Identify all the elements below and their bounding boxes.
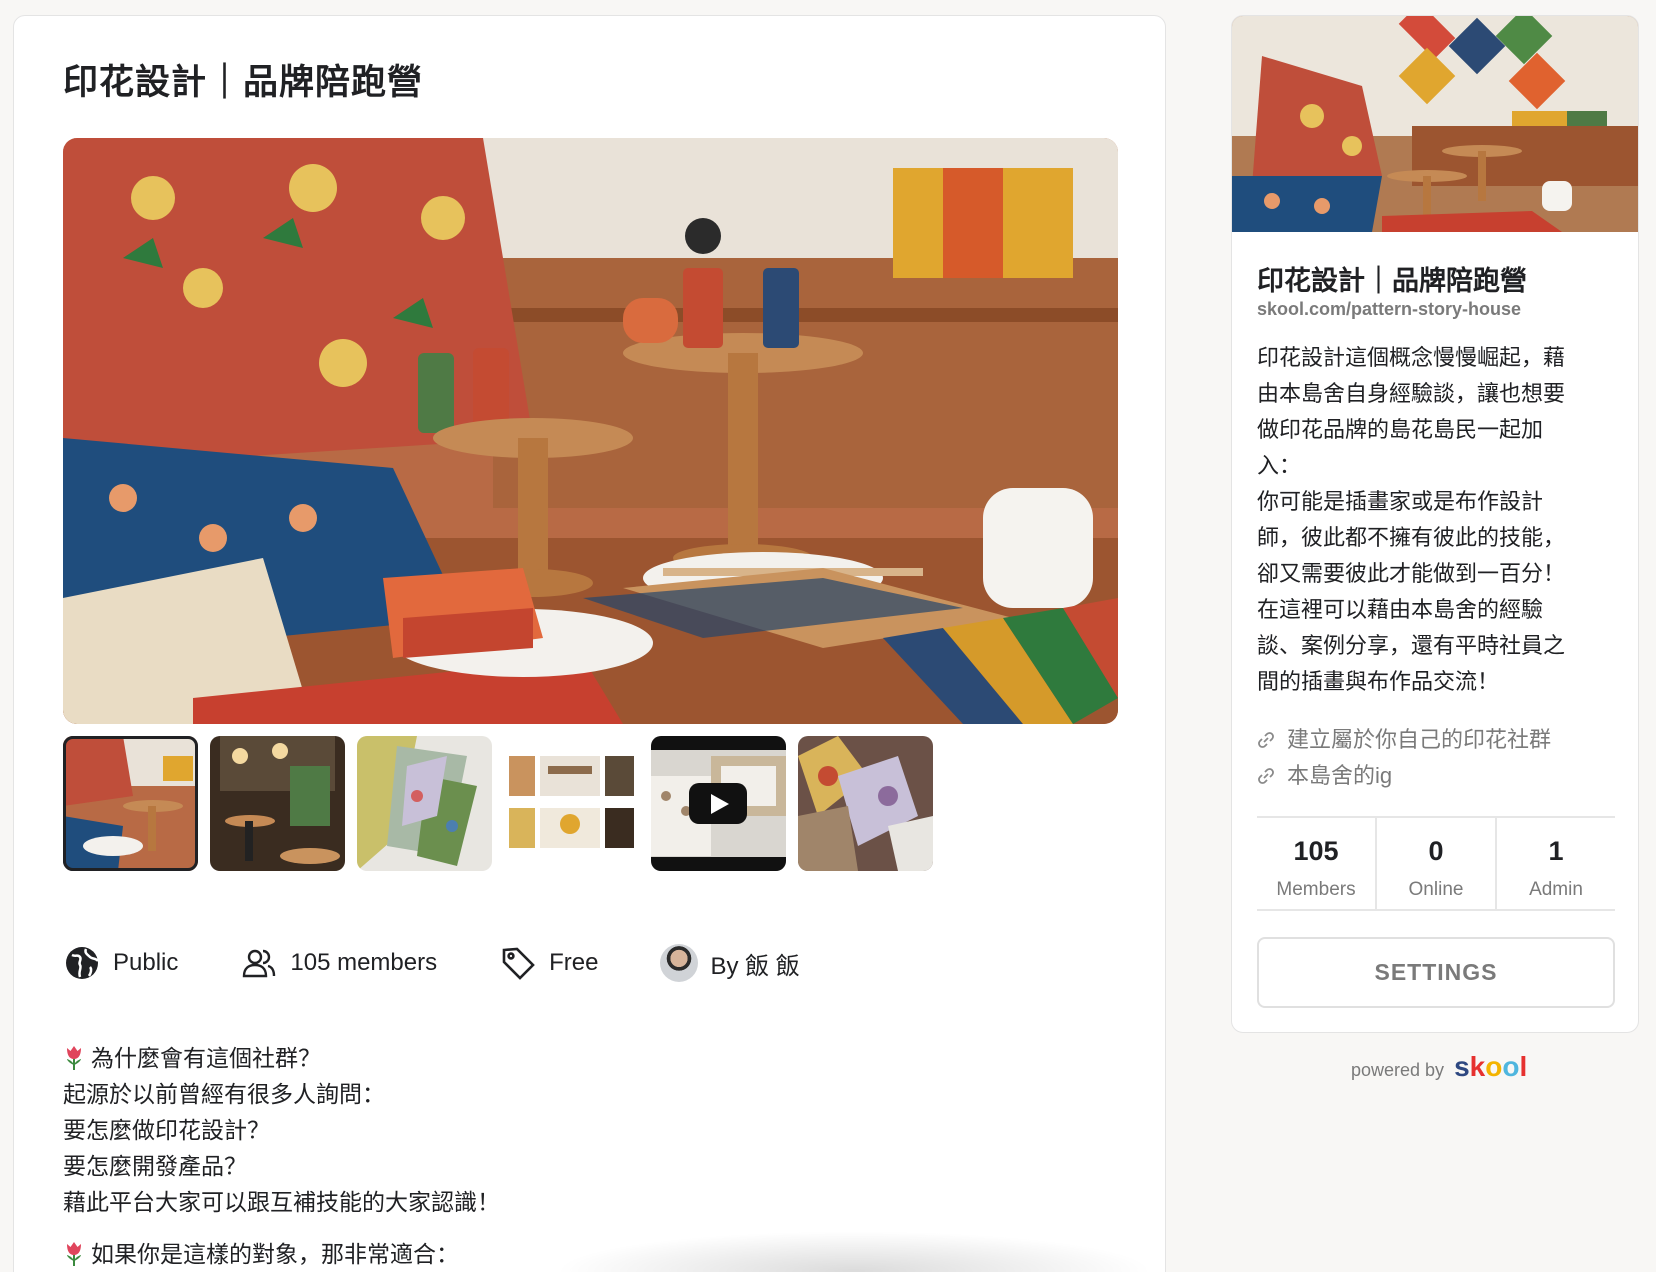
gallery-thumbnail[interactable] bbox=[63, 736, 198, 871]
group-sidebar-card: 印花設計｜品牌陪跑營 skool.com/pattern-story-house… bbox=[1231, 15, 1639, 1033]
tag-icon bbox=[499, 944, 537, 982]
skool-logo: skool bbox=[1454, 1051, 1528, 1082]
gallery-video-thumbnail[interactable] bbox=[651, 736, 786, 871]
gallery-thumbnail[interactable] bbox=[357, 736, 492, 871]
description-line: 起源於以前曾經有很多人詢問： bbox=[63, 1081, 385, 1107]
gallery-thumbnail[interactable] bbox=[798, 736, 933, 871]
hero-image[interactable] bbox=[63, 138, 1118, 724]
group-meta: Public 105 members Free By 飯 飯 bbox=[63, 944, 862, 982]
stat-value: 0 bbox=[1428, 836, 1444, 866]
stat-label: Members bbox=[1276, 879, 1356, 900]
page-title: 印花設計｜品牌陪跑營 bbox=[63, 63, 424, 102]
sidebar-links: 建立屬於你自己的印花社群 本島舍的ig bbox=[1257, 722, 1551, 794]
member-count-label: 105 members bbox=[290, 949, 438, 976]
tulip-icon bbox=[67, 1046, 81, 1070]
thumbnail-strip bbox=[63, 736, 933, 871]
description-line: 要怎麼做印花設計？ bbox=[63, 1117, 270, 1143]
description-line-text: 為什麼會有這個社群？ bbox=[91, 1045, 321, 1071]
description-line: 為什麼會有這個社群？ bbox=[63, 1040, 500, 1076]
group-url[interactable]: skool.com/pattern-story-house bbox=[1257, 299, 1521, 320]
avatar[interactable] bbox=[660, 944, 699, 982]
link-icon bbox=[1258, 768, 1274, 784]
sidebar-link-label: 建立屬於你自己的印花社群 bbox=[1287, 727, 1552, 752]
sidebar-description-line: 入： bbox=[1257, 453, 1302, 478]
sidebar-description-line: 間的插畫與布作品交流！ bbox=[1257, 669, 1500, 694]
gallery-thumbnail[interactable] bbox=[210, 736, 345, 871]
description-line: 藉此平台大家可以跟互補技能的大家認識！ bbox=[63, 1189, 500, 1215]
stat-value: 105 bbox=[1293, 836, 1339, 866]
sidebar-description-line: 做印花品牌的島花島民一起加 bbox=[1257, 417, 1544, 442]
description-line: 如果你是這樣的對象，那非常適合： bbox=[63, 1236, 500, 1272]
price-indicator: Free bbox=[499, 944, 598, 982]
sidebar-description-line: 在這裡可以藉由本島舍的經驗 bbox=[1257, 597, 1544, 622]
sidebar-description-line: 師，彼此都不擁有彼此的技能， bbox=[1257, 525, 1566, 550]
gallery-thumbnail[interactable] bbox=[504, 736, 639, 871]
tulip-icon bbox=[67, 1242, 81, 1266]
sidebar-link-label: 本島舍的ig bbox=[1287, 763, 1393, 788]
description-line-text: 如果你是這樣的對象，那非常適合： bbox=[91, 1241, 459, 1267]
privacy-indicator: Public bbox=[63, 944, 178, 982]
group-description: 為什麼會有這個社群？ 起源於以前曾經有很多人詢問： 要怎麼做印花設計？ 要怎麼開… bbox=[63, 1040, 500, 1272]
sidebar-link[interactable]: 本島舍的ig bbox=[1257, 758, 1551, 794]
sidebar-description-line: 你可能是插畫家或是布作設計 bbox=[1257, 489, 1544, 514]
settings-button[interactable]: SETTINGS bbox=[1257, 937, 1615, 1008]
sidebar-description-line: 卻又需要彼此才能做到一百分！ bbox=[1257, 561, 1566, 586]
sidebar-title: 印花設計｜品牌陪跑營 bbox=[1257, 266, 1527, 296]
group-stats: 105 Members 0 Online 1 Admin bbox=[1257, 816, 1615, 911]
sidebar-link[interactable]: 建立屬於你自己的印花社群 bbox=[1257, 722, 1551, 758]
stat-label: Online bbox=[1408, 879, 1464, 900]
description-line: 要怎麼開發產品？ bbox=[63, 1153, 247, 1179]
scroll-fade bbox=[554, 1231, 1154, 1272]
owner-link[interactable]: By 飯 飯 bbox=[660, 944, 800, 982]
stat-members[interactable]: 105 Members bbox=[1257, 818, 1375, 909]
sidebar-description-line: 談、案例分享，還有平時社員之 bbox=[1257, 633, 1566, 658]
privacy-label: Public bbox=[113, 949, 179, 976]
members-icon bbox=[240, 944, 278, 982]
stat-value: 1 bbox=[1548, 836, 1564, 866]
sidebar-description: 印花設計這個概念慢慢崛起，藉 由本島舍自身經驗談，讓也想要 做印花品牌的島花島民… bbox=[1257, 340, 1617, 700]
globe-icon bbox=[63, 944, 101, 982]
sidebar-description-line: 印花設計這個概念慢慢崛起，藉 bbox=[1257, 345, 1566, 370]
stat-admin[interactable]: 1 Admin bbox=[1495, 818, 1615, 909]
price-label: Free bbox=[549, 949, 599, 976]
play-icon[interactable] bbox=[689, 783, 747, 824]
stat-label: Admin bbox=[1529, 879, 1583, 900]
group-cover-image bbox=[1232, 16, 1638, 232]
powered-by-label: powered by bbox=[1351, 1060, 1445, 1080]
sidebar-description-line: 由本島舍自身經驗談，讓也想要 bbox=[1257, 381, 1566, 406]
member-count[interactable]: 105 members bbox=[240, 944, 437, 982]
link-icon bbox=[1258, 732, 1274, 748]
settings-button-label: SETTINGS bbox=[1374, 959, 1498, 985]
main-card: 印花設計｜品牌陪跑營 Public 105 members Free By 飯 … bbox=[13, 15, 1166, 1272]
stat-online[interactable]: 0 Online bbox=[1375, 818, 1495, 909]
owner-label: By 飯 飯 bbox=[710, 952, 800, 980]
powered-by[interactable]: powered by skool bbox=[1351, 1051, 1527, 1083]
